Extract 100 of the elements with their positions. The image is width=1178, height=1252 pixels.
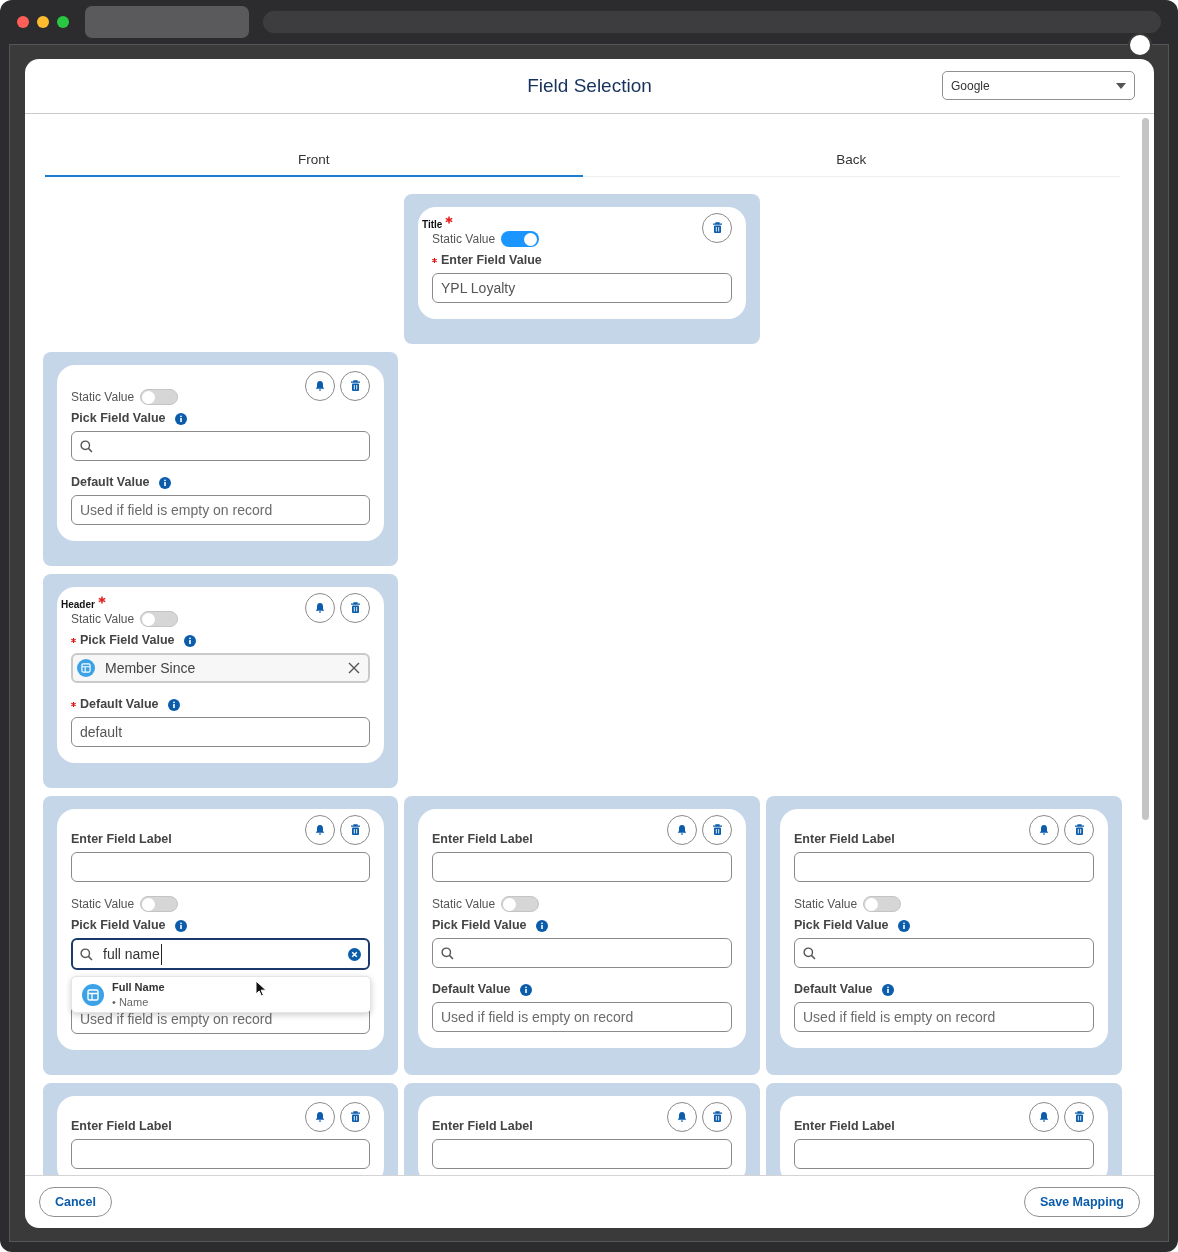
bell-button[interactable]: [1029, 815, 1059, 845]
delete-button[interactable]: [1064, 1102, 1094, 1132]
bell-icon: [314, 1111, 326, 1123]
search-field[interactable]: [71, 431, 370, 461]
bell-icon: [676, 824, 688, 836]
text-field[interactable]: [71, 852, 370, 882]
toggle-label: Static Value: [71, 896, 135, 913]
cancel-button[interactable]: Cancel: [39, 1187, 112, 1217]
field-label: Pick Field Value: [432, 917, 527, 935]
modal-title: Field Selection: [527, 73, 652, 98]
clear-icon: [348, 947, 361, 961]
text-field[interactable]: [794, 852, 1094, 882]
text-field[interactable]: [432, 852, 732, 882]
field-label: Enter Field Label: [432, 831, 533, 849]
delete-button[interactable]: [340, 371, 370, 401]
delete-button[interactable]: [340, 1102, 370, 1132]
field-label: Pick Field Value: [794, 917, 889, 935]
delete-button[interactable]: [340, 593, 370, 623]
bell-icon: [314, 824, 326, 836]
toggle-switch[interactable]: [863, 896, 902, 912]
trash-icon: [349, 602, 361, 614]
toggle-switch[interactable]: [501, 896, 540, 912]
toggle-switch[interactable]: [140, 896, 179, 912]
selected-value-field[interactable]: Member Since: [71, 653, 370, 683]
bell-button[interactable]: [305, 371, 335, 401]
field-label: Enter Field Label: [794, 1118, 895, 1136]
text-field[interactable]: Used if field is empty on record: [71, 495, 370, 525]
toggle-switch[interactable]: [140, 389, 179, 405]
trash-icon: [711, 1111, 723, 1123]
round-button[interactable]: [1128, 33, 1152, 57]
toggle-label: Static Value: [432, 896, 496, 913]
bell-button[interactable]: [667, 1102, 697, 1132]
close-window-button[interactable]: [17, 16, 29, 28]
minimize-window-button[interactable]: [37, 16, 49, 28]
bell-button[interactable]: [305, 593, 335, 623]
text-field[interactable]: [71, 1139, 370, 1169]
search-icon: [80, 439, 93, 453]
clear-icon: [348, 662, 360, 674]
search-icon: [803, 946, 816, 960]
bell-icon: [314, 380, 326, 392]
text-field[interactable]: [794, 1139, 1094, 1169]
field-label: Pick Field Value: [71, 410, 166, 428]
bell-icon: [1038, 1111, 1050, 1123]
toggle-switch[interactable]: [140, 611, 179, 627]
text-field[interactable]: default: [71, 717, 370, 747]
delete-button[interactable]: [340, 815, 370, 845]
search-icon: [80, 947, 93, 961]
delete-button[interactable]: [1064, 815, 1094, 845]
trash-icon: [349, 1111, 361, 1123]
search-field[interactable]: [794, 938, 1094, 968]
bell-button[interactable]: [305, 1102, 335, 1132]
save-mapping-button[interactable]: Save Mapping: [1023, 1187, 1140, 1217]
trash-icon: [349, 380, 361, 392]
text-field[interactable]: Used if field is empty on record: [794, 1002, 1094, 1032]
result-option[interactable]: Full Name • Name: [72, 980, 370, 1009]
table-icon: [82, 983, 104, 1006]
trash-icon: [1073, 1111, 1085, 1123]
field-label: Enter Field Label: [432, 1118, 533, 1136]
field-label: Default Value: [432, 981, 511, 999]
card-heading: Header: [61, 599, 95, 611]
tab[interactable]: Back: [582, 149, 1120, 177]
caret-icon: [1116, 82, 1126, 89]
toggle-label: Static Value: [794, 896, 858, 913]
card-heading: Title: [422, 219, 443, 231]
zoom-window-button[interactable]: [57, 16, 69, 28]
field-label: Default Value: [71, 474, 150, 492]
trash-icon: [349, 824, 361, 836]
delete-button[interactable]: [702, 815, 732, 845]
cursor-icon: [255, 980, 267, 997]
bell-button[interactable]: [305, 815, 335, 845]
bell-icon: [1038, 824, 1050, 836]
delete-button[interactable]: [702, 213, 732, 243]
bell-button[interactable]: [1029, 1102, 1059, 1132]
bell-button[interactable]: [667, 815, 697, 845]
search-icon: [441, 946, 454, 960]
object-dropdown[interactable]: Google: [942, 71, 1135, 100]
toggle-label: Static Value: [432, 231, 496, 248]
text-field[interactable]: [432, 1139, 732, 1169]
field-label: Enter Field Label: [794, 831, 895, 849]
delete-button[interactable]: [702, 1102, 732, 1132]
field-label: Pick Field Value: [80, 632, 175, 650]
table-icon: [77, 659, 95, 677]
field-label: Default Value: [794, 981, 873, 999]
trash-icon: [1073, 824, 1085, 836]
field-label: Pick Field Value: [71, 917, 166, 935]
bell-icon: [676, 1111, 688, 1123]
text-field[interactable]: YPL Loyalty: [432, 273, 732, 303]
field-label: Enter Field Value: [441, 252, 542, 270]
text-field[interactable]: Used if field is empty on record: [432, 1002, 732, 1032]
toggle-switch[interactable]: [501, 231, 540, 247]
field-label: Enter Field Label: [71, 1118, 172, 1136]
field-label: Enter Field Label: [71, 831, 172, 849]
tab[interactable]: Front: [45, 149, 583, 177]
toggle-label: Static Value: [71, 389, 135, 406]
bell-icon: [314, 602, 326, 614]
field-label: Default Value: [80, 696, 159, 714]
toggle-label: Static Value: [71, 611, 135, 628]
scrollbar-thumb[interactable]: [1142, 118, 1149, 820]
trash-icon: [711, 824, 723, 836]
search-field[interactable]: [432, 938, 732, 968]
